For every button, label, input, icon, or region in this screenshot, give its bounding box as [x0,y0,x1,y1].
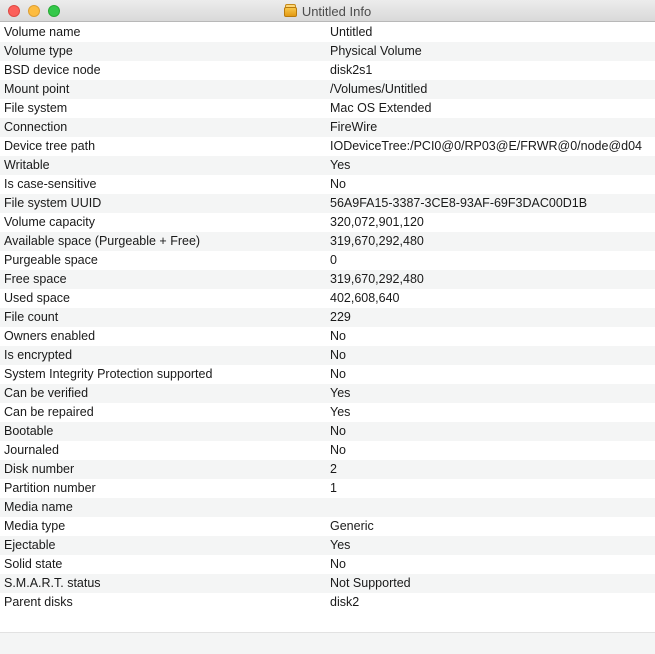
table-row[interactable]: Can be repaired Yes [0,403,655,422]
property-label: Media type [4,519,66,533]
property-value: /Volumes/Untitled [330,82,428,96]
property-label: BSD device node [4,63,101,77]
table-row[interactable]: Mount point/Volumes/Untitled [0,80,655,99]
property-value: No [330,367,346,381]
property-value: No [330,348,346,362]
property-label: Is encrypted [4,348,73,362]
property-label: Parent disks [4,595,73,609]
property-value: No [330,443,346,457]
property-value: No [330,424,346,438]
property-label: Purgeable space [4,253,98,267]
table-row[interactable]: Partition number 1 [0,479,655,498]
property-value: Physical Volume [330,44,422,58]
title-group: Untitled Info [0,0,655,22]
property-label: Mount point [4,82,70,96]
property-label: System Integrity Protection supported [4,367,213,381]
property-label: Volume capacity [4,215,96,229]
property-label: Can be repaired [4,405,94,419]
table-row[interactable]: File system UUID 56A9FA15-3387-3CE8-93AF-… [0,194,655,213]
property-label: S.M.A.R.T. status [4,576,101,590]
table-row[interactable]: Journaled No [0,441,655,460]
table-row[interactable]: Available space (Purgeable + Free) 319,67… [0,232,655,251]
property-value: Yes [330,538,351,552]
table-row[interactable]: Solid state No [0,555,655,574]
table-row[interactable]: File system Mac OS Extended [0,99,655,118]
property-value: 402,608,640 [330,291,400,305]
info-window: Untitled Info Volume name Untitled Volume … [0,0,655,654]
property-label: Disk number [4,462,75,476]
table-row[interactable]: Bootable No [0,422,655,441]
property-label: File count [4,310,59,324]
empty-row-area [0,632,655,654]
table-row[interactable]: Is encrypted No [0,346,655,365]
property-value: Generic [330,519,374,533]
table-row[interactable]: Media name [0,498,655,517]
property-value: disk2s1 [330,63,373,77]
title-bar[interactable]: Untitled Info [0,0,655,22]
info-table: Volume name Untitled Volume type Physical V… [0,23,655,612]
property-label: Owners enabled [4,329,96,343]
property-value: No [330,177,346,191]
property-value: 56A9FA15-3387-3CE8-93AF-69F3DAC00D1B [330,196,588,210]
table-row[interactable]: Used space 402,608,640 [0,289,655,308]
property-value: Mac OS Extended [330,101,432,115]
property-label: Volume name [4,25,81,39]
property-value: 229 [330,310,351,324]
property-label: Partition number [4,481,96,495]
table-row[interactable]: Device tree path IODeviceTree:/PCI0@0/RP0… [0,137,655,156]
property-label: Can be verified [4,386,89,400]
property-value: FireWire [330,120,378,134]
property-value: No [330,329,346,343]
property-label: Media name [4,500,73,514]
table-row[interactable]: Connection FireWire [0,118,655,137]
property-label: Free space [4,272,67,286]
table-row[interactable]: BSD device node disk2s1 [0,61,655,80]
property-label: Volume type [4,44,73,58]
table-row[interactable]: S.M.A.R.T. status Not Supported [0,574,655,593]
property-label: Bootable [4,424,54,438]
property-label: Ejectable [4,538,56,552]
property-value: Untitled [330,25,373,39]
property-label: Used space [4,291,71,305]
property-value: 1 [330,481,337,495]
property-value: 0 [330,253,337,267]
property-label: Device tree path [4,139,96,153]
property-value: Yes [330,158,351,172]
property-label: Is case-sensitive [4,177,97,191]
property-label: File system UUID [4,196,102,210]
table-row[interactable]: Free space 319,670,292,480 [0,270,655,289]
table-row[interactable]: Can be verified Yes [0,384,655,403]
property-label: Solid state [4,557,63,571]
table-row[interactable]: Volume name Untitled [0,23,655,42]
table-row[interactable]: Purgeable space 0 [0,251,655,270]
table-row[interactable]: Is case-sensitive No [0,175,655,194]
table-row[interactable]: System Integrity Protection supported No [0,365,655,384]
property-value: IODeviceTree:/PCI0@0/RP03@E/FRWR@0/node@… [330,139,642,153]
property-value: 319,670,292,480 [330,272,424,286]
property-label: Journaled [4,443,59,457]
window-title: Untitled Info [301,3,372,19]
property-value: 2 [330,462,337,476]
property-value: Yes [330,386,351,400]
table-row[interactable]: Writable Yes [0,156,655,175]
property-value: No [330,557,346,571]
property-label: File system [4,101,68,115]
property-value: 320,072,901,120 [330,215,424,229]
table-row[interactable]: Media type Generic [0,517,655,536]
external-disk-icon [283,4,297,18]
table-row[interactable]: Ejectable Yes [0,536,655,555]
table-row[interactable]: Volume type Physical Volume [0,42,655,61]
table-row[interactable]: Parent disks disk2 [0,593,655,612]
property-label: Available space (Purgeable + Free) [4,234,201,248]
property-value: Not Supported [330,576,411,590]
table-row[interactable]: Volume capacity 320,072,901,120 [0,213,655,232]
property-value: Yes [330,405,351,419]
property-label: Connection [4,120,68,134]
property-label: Writable [4,158,50,172]
property-value: 319,670,292,480 [330,234,424,248]
table-row[interactable]: Owners enabled No [0,327,655,346]
property-value: disk2 [330,595,360,609]
table-row[interactable]: File count 229 [0,308,655,327]
table-row[interactable]: Disk number 2 [0,460,655,479]
